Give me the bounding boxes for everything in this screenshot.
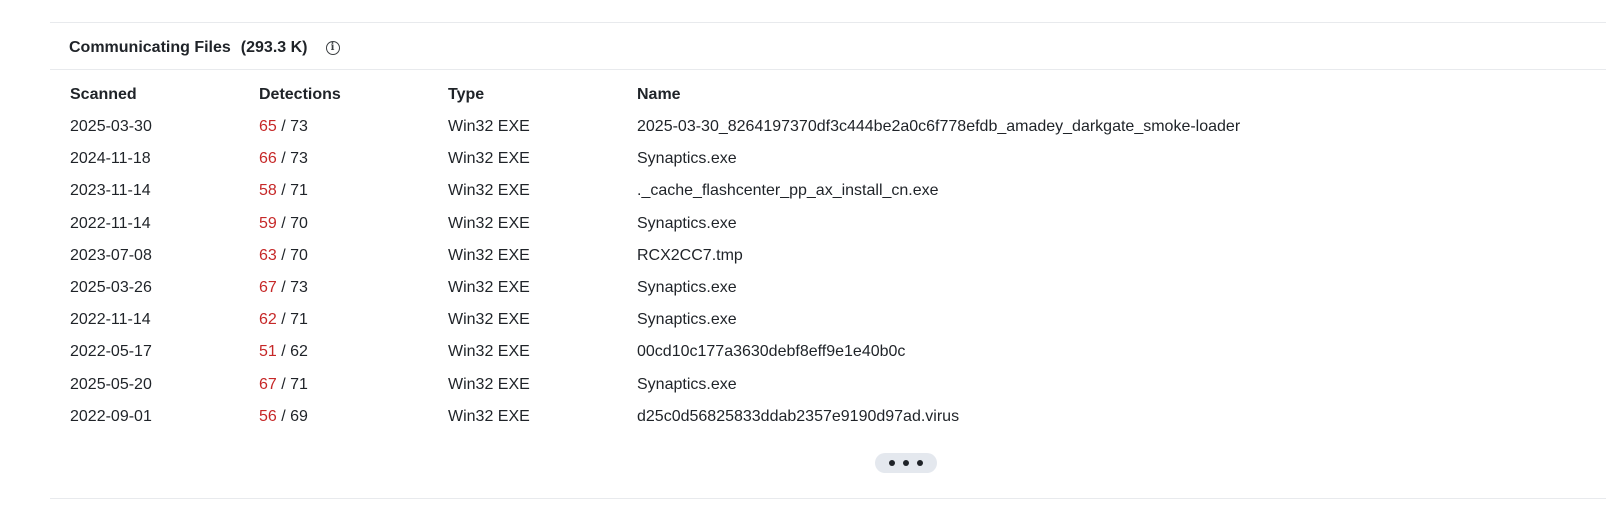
- file-type: Win32 EXE: [448, 343, 530, 361]
- column-header-name: Name: [637, 86, 681, 103]
- file-type: Win32 EXE: [448, 150, 530, 168]
- ellipsis-icon: [889, 460, 895, 466]
- detections-total: / 70: [281, 246, 308, 264]
- column-header-scanned: Scanned: [70, 86, 137, 103]
- table-row[interactable]: 2022-05-17 51 / 62 Win32 EXE 00cd10c177a363…: [63, 336, 1544, 368]
- detections-cell: 62 / 71: [252, 304, 441, 336]
- file-type: Win32 EXE: [448, 311, 530, 329]
- table-row[interactable]: 2022-11-14 59 / 70 Win32 EXE Synaptics.exe: [63, 208, 1544, 240]
- file-type: Win32 EXE: [448, 407, 530, 425]
- bottom-divider: [50, 498, 1606, 499]
- file-count: (293.3 K): [240, 39, 308, 56]
- file-name-link[interactable]: RCX2CC7.tmp: [630, 240, 1544, 272]
- detections-positive: 67: [259, 279, 277, 297]
- detections-total: / 71: [281, 311, 308, 329]
- detections-positive: 51: [259, 343, 277, 361]
- table-row[interactable]: 2025-03-30 65 / 73 Win32 EXE 2025-03-30_826…: [63, 111, 1544, 143]
- scanned-date: 2022-11-14: [70, 214, 151, 232]
- scanned-date: 2024-11-18: [70, 150, 151, 168]
- table-header-row: Scanned Detections Type Name: [63, 79, 1544, 111]
- table-row[interactable]: 2025-05-20 67 / 71 Win32 EXE Synaptics.exe: [63, 369, 1544, 401]
- table-row[interactable]: 2024-11-18 66 / 73 Win32 EXE Synaptics.exe: [63, 143, 1544, 175]
- file-name-link[interactable]: Synaptics.exe: [630, 272, 1544, 304]
- detections-total: / 73: [281, 150, 308, 168]
- detections-total: / 73: [281, 279, 308, 297]
- column-header-detections: Detections: [259, 86, 341, 103]
- scanned-date: 2022-09-01: [70, 407, 152, 425]
- file-name-link[interactable]: Synaptics.exe: [630, 143, 1544, 175]
- show-more-button[interactable]: [875, 453, 937, 473]
- table-row[interactable]: 2023-11-14 58 / 71 Win32 EXE ._cache_flashc…: [63, 175, 1544, 207]
- detections-total: / 69: [281, 407, 308, 425]
- scanned-date: 2025-03-26: [70, 279, 152, 297]
- detections-cell: 65 / 73: [252, 111, 441, 143]
- scanned-date: 2025-03-30: [70, 118, 152, 136]
- detections-cell: 56 / 69: [252, 401, 441, 433]
- detections-total: / 62: [281, 343, 308, 361]
- detections-positive: 59: [259, 214, 277, 232]
- detections-cell: 66 / 73: [252, 143, 441, 175]
- header-divider: [50, 69, 1606, 70]
- detections-total: / 70: [281, 214, 308, 232]
- detections-cell: 67 / 73: [252, 272, 441, 304]
- ellipsis-icon: [917, 460, 923, 466]
- scanned-date: 2025-05-20: [70, 375, 152, 393]
- ellipsis-icon: [903, 460, 909, 466]
- file-name-link[interactable]: d25c0d56825833ddab2357e9190d97ad.virus: [630, 401, 1544, 433]
- detections-positive: 66: [259, 150, 277, 168]
- detections-positive: 63: [259, 246, 277, 264]
- detections-cell: 59 / 70: [252, 208, 441, 240]
- scanned-date: 2023-11-14: [70, 182, 151, 200]
- detections-cell: 58 / 71: [252, 175, 441, 207]
- top-divider: [50, 22, 1606, 23]
- detections-total: / 71: [281, 182, 308, 200]
- file-name-link[interactable]: Synaptics.exe: [630, 208, 1544, 240]
- detections-total: / 71: [281, 375, 308, 393]
- detections-cell: 63 / 70: [252, 240, 441, 272]
- file-type: Win32 EXE: [448, 375, 530, 393]
- file-type: Win32 EXE: [448, 182, 530, 200]
- detections-cell: 67 / 71: [252, 369, 441, 401]
- detections-positive: 62: [259, 311, 277, 329]
- section-title: Communicating Files: [69, 39, 231, 56]
- file-name-link[interactable]: Synaptics.exe: [630, 304, 1544, 336]
- detections-cell: 51 / 62: [252, 336, 441, 368]
- table-row[interactable]: 2022-09-01 56 / 69 Win32 EXE d25c0d56825833…: [63, 401, 1544, 433]
- detections-positive: 58: [259, 182, 277, 200]
- detections-positive: 56: [259, 407, 277, 425]
- table-row[interactable]: 2025-03-26 67 / 73 Win32 EXE Synaptics.exe: [63, 272, 1544, 304]
- file-type: Win32 EXE: [448, 279, 530, 297]
- file-name-link[interactable]: Synaptics.exe: [630, 369, 1544, 401]
- column-header-type: Type: [448, 86, 485, 103]
- table-row[interactable]: 2023-07-08 63 / 70 Win32 EXE RCX2CC7.tmp: [63, 240, 1544, 272]
- file-name-link[interactable]: 2025-03-30_8264197370df3c444be2a0c6f778e…: [630, 111, 1544, 143]
- detections-positive: 67: [259, 375, 277, 393]
- file-name-link[interactable]: ._cache_flashcenter_pp_ax_install_cn.exe: [630, 175, 1544, 207]
- table-row[interactable]: 2022-11-14 62 / 71 Win32 EXE Synaptics.exe: [63, 304, 1544, 336]
- file-type: Win32 EXE: [448, 118, 530, 136]
- file-type: Win32 EXE: [448, 214, 530, 232]
- section-header: Communicating Files (293.3 K) i: [69, 36, 340, 60]
- detections-positive: 65: [259, 118, 277, 136]
- scanned-date: 2022-11-14: [70, 311, 151, 329]
- scanned-date: 2023-07-08: [70, 246, 152, 264]
- file-name-link[interactable]: 00cd10c177a3630debf8eff9e1e40b0c: [630, 336, 1544, 368]
- info-icon[interactable]: i: [325, 41, 340, 55]
- communicating-files-table: Scanned Detections Type Name 2025-03-30 6…: [63, 79, 1544, 433]
- detections-total: / 73: [281, 118, 308, 136]
- file-type: Win32 EXE: [448, 246, 530, 264]
- scanned-date: 2022-05-17: [70, 343, 152, 361]
